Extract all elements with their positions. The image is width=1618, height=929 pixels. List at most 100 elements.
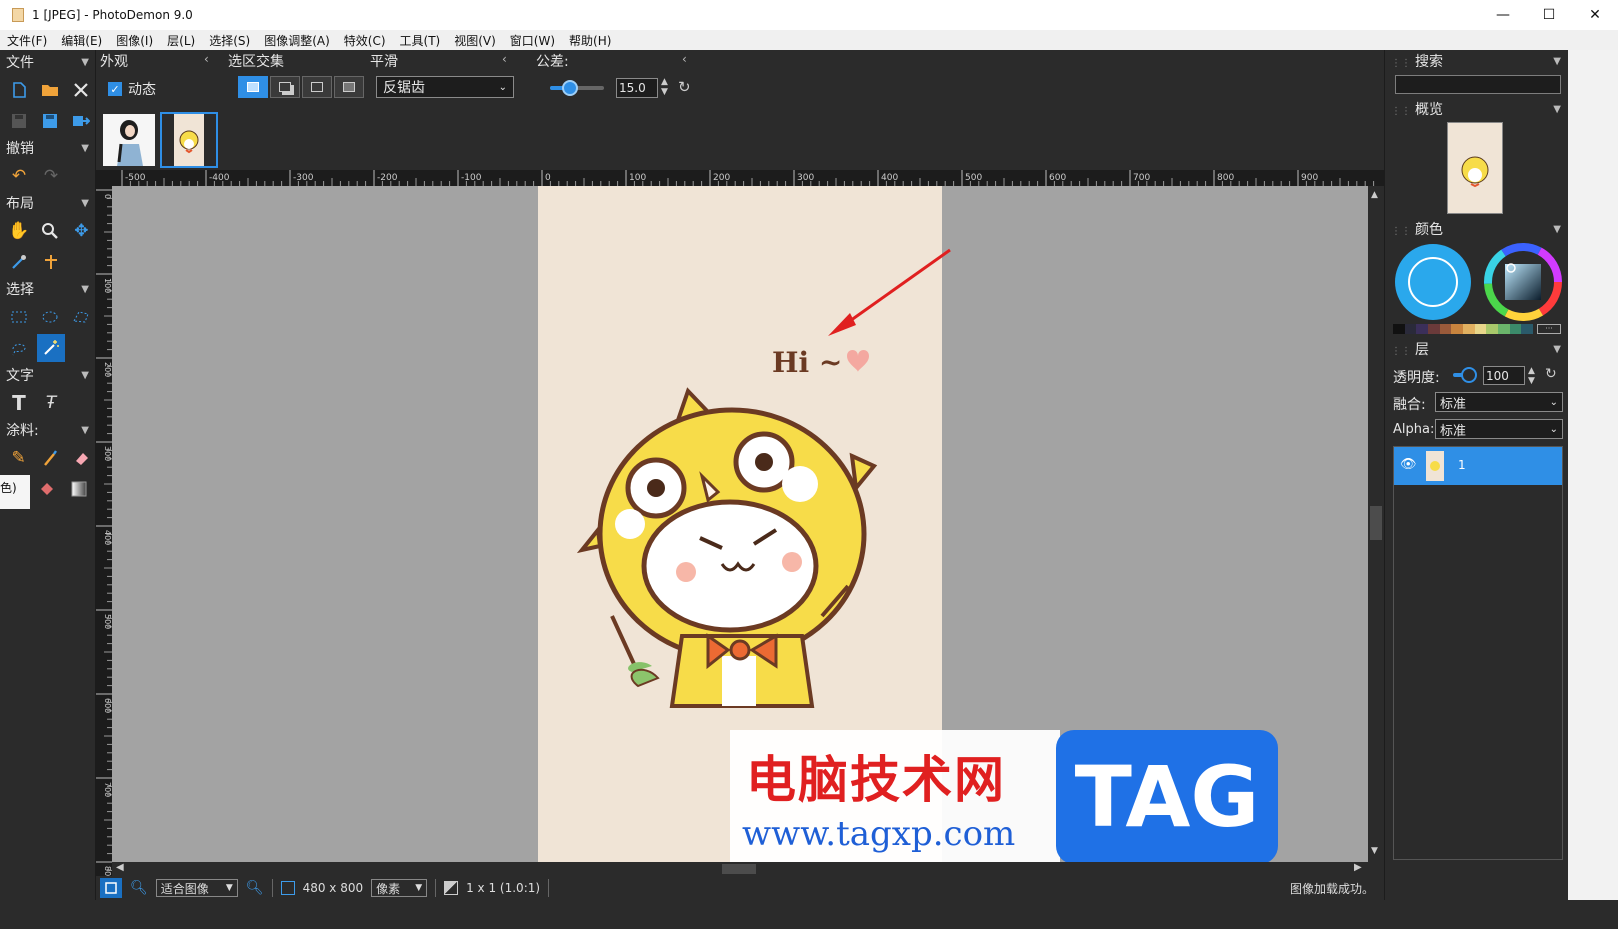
canvas-area[interactable]: Hi ~ 电脑技术网 www.tagxp.com TAG	[112, 186, 1368, 862]
search-input[interactable]	[1395, 75, 1561, 94]
gradient-icon[interactable]	[65, 475, 93, 503]
section-layout[interactable]: 布局 ▼	[0, 191, 95, 215]
menu-file[interactable]: 文件(F)	[0, 32, 54, 49]
animated-toggle[interactable]: ✓ 动态	[108, 79, 156, 99]
animated-checkbox[interactable]: ✓	[108, 82, 122, 96]
crop-tool-icon[interactable]	[37, 248, 65, 276]
opacity-slider[interactable]	[1453, 367, 1477, 383]
magic-wand-icon[interactable]	[37, 333, 65, 362]
eye-visibility-icon[interactable]: 👁︎	[1400, 457, 1417, 472]
menu-image[interactable]: 图像(I)	[109, 32, 160, 49]
color-palette-strip[interactable]	[1393, 324, 1534, 334]
menu-layer[interactable]: 层(L)	[160, 32, 202, 49]
brush-icon[interactable]	[36, 444, 63, 472]
rect-select-icon[interactable]	[5, 303, 32, 331]
image-tab-portrait[interactable]	[100, 112, 158, 168]
redo-icon[interactable]: ↷	[37, 162, 65, 190]
open-folder-icon[interactable]	[36, 76, 63, 104]
menu-view[interactable]: 视图(V)	[447, 32, 503, 49]
tolerance-knob[interactable]	[562, 80, 579, 96]
menu-select[interactable]: 选择(S)	[202, 32, 257, 49]
selection-replace-button[interactable]	[238, 76, 268, 98]
ruler-label: -400	[209, 173, 230, 183]
section-file[interactable]: 文件 ▼	[0, 50, 95, 74]
overview-thumbnail[interactable]	[1447, 122, 1503, 214]
text-tool-icon[interactable]: T	[5, 389, 33, 417]
menu-help[interactable]: 帮助(H)	[562, 32, 618, 49]
image-tab-cartoon[interactable]	[160, 112, 218, 168]
section-select[interactable]: 选择 ▼	[0, 277, 95, 301]
menu-effects[interactable]: 特效(C)	[337, 32, 393, 49]
layer-row[interactable]: 👁︎ 1	[1394, 447, 1562, 485]
zoom-tool-icon[interactable]	[36, 217, 63, 245]
opacity-spinner[interactable]: ▲ ▼	[1528, 366, 1535, 386]
color-panel-header[interactable]: ⋮⋮ 颜色 ▼	[1385, 218, 1569, 240]
section-text[interactable]: 文字 ▼	[0, 363, 95, 387]
selection-add-button[interactable]	[270, 76, 300, 98]
menu-edit[interactable]: 编辑(E)	[54, 32, 109, 49]
color-wheel[interactable]	[1483, 242, 1563, 322]
zoom-select[interactable]: 适合图像 ▼	[155, 879, 238, 897]
appearance-label: 外观	[100, 54, 128, 70]
overview-panel-header[interactable]: ⋮⋮ 概览 ▼	[1385, 98, 1569, 120]
reset-opacity-icon[interactable]: ↻	[1545, 366, 1557, 382]
menu-window[interactable]: 窗口(W)	[503, 32, 562, 49]
lasso-select-icon[interactable]	[5, 334, 33, 362]
layer-list: 👁︎ 1	[1393, 446, 1563, 860]
app-icon	[12, 8, 24, 22]
save-icon[interactable]	[5, 107, 32, 135]
menu-tools[interactable]: 工具(T)	[393, 32, 448, 49]
menu-adjust[interactable]: 图像调整(A)	[257, 32, 337, 49]
undo-icon[interactable]: ↶	[5, 162, 33, 190]
vertical-scroll-thumb[interactable]	[1370, 506, 1382, 540]
section-undo[interactable]: 撤销 ▼	[0, 136, 95, 160]
tolerance-slider[interactable]	[550, 80, 604, 96]
export-icon[interactable]	[68, 107, 95, 135]
layer-panel-header[interactable]: ⋮⋮ 层 ▼	[1385, 338, 1569, 360]
close-image-icon[interactable]	[68, 76, 95, 104]
alpha-mode-select[interactable]: 标准 ⌄	[1435, 419, 1563, 439]
section-text-label: 文字	[6, 368, 34, 384]
horizontal-scroll-thumb[interactable]	[722, 864, 756, 874]
unit-select[interactable]: 像素 ▼	[371, 879, 428, 897]
search-panel-header[interactable]: ⋮⋮ 搜索 ▼	[1385, 50, 1569, 72]
polygon-select-icon[interactable]	[68, 303, 95, 331]
primary-color-swatch[interactable]	[1393, 242, 1473, 322]
opacity-input[interactable]: 100	[1483, 366, 1525, 385]
horizontal-scrollbar[interactable]: ◀ ▶	[112, 862, 1368, 876]
collapse-appearance-icon[interactable]: ‹	[204, 52, 209, 66]
maximize-button[interactable]: ☐	[1526, 0, 1572, 30]
minimize-button[interactable]: —	[1480, 0, 1526, 30]
eyedropper-icon[interactable]	[5, 248, 33, 276]
selection-subtract-button[interactable]	[302, 76, 332, 98]
eraser-icon[interactable]	[68, 444, 95, 472]
hand-pan-icon[interactable]: ✋	[5, 217, 32, 245]
zoom-out-icon[interactable]: 🔍︎	[130, 880, 148, 896]
pencil-icon[interactable]: ✎	[5, 444, 32, 472]
scroll-down-icon[interactable]: ▼	[1371, 846, 1378, 856]
reset-tolerance-icon[interactable]: ↻	[678, 78, 691, 96]
collapse-smoothing-icon[interactable]: ‹	[502, 52, 507, 66]
new-file-icon[interactable]	[5, 76, 32, 104]
tolerance-input[interactable]: 15.0	[616, 78, 658, 98]
fit-to-window-icon[interactable]	[100, 878, 122, 898]
typography-tool-icon[interactable]: Ŧ	[37, 389, 65, 417]
scroll-up-icon[interactable]: ▲	[1371, 190, 1378, 200]
section-paint[interactable]: 涂料: ▼	[0, 418, 95, 442]
watermark-title: 电脑技术网	[746, 751, 1006, 809]
save-as-icon[interactable]	[36, 107, 63, 135]
move-tool-icon[interactable]: ✥	[68, 217, 95, 245]
scroll-left-icon[interactable]: ◀	[116, 862, 124, 873]
close-button[interactable]: ✕	[1572, 0, 1618, 30]
more-colors-button[interactable]: ···	[1537, 324, 1561, 334]
tolerance-spinner[interactable]: ▲ ▼	[661, 77, 668, 97]
vertical-scrollbar[interactable]: ▲ ▼	[1368, 186, 1384, 862]
selection-intersect-button[interactable]	[334, 76, 364, 98]
blend-mode-select[interactable]: 标准 ⌄	[1435, 392, 1563, 412]
scroll-right-icon[interactable]: ▶	[1354, 862, 1362, 873]
zoom-in-icon[interactable]: 🔍︎	[246, 880, 264, 896]
collapse-tolerance-icon[interactable]: ‹	[682, 52, 687, 66]
smoothing-select[interactable]: 反锯齿 ⌄	[376, 76, 514, 98]
ellipse-select-icon[interactable]	[36, 303, 63, 331]
fill-bucket-icon[interactable]	[33, 475, 61, 503]
